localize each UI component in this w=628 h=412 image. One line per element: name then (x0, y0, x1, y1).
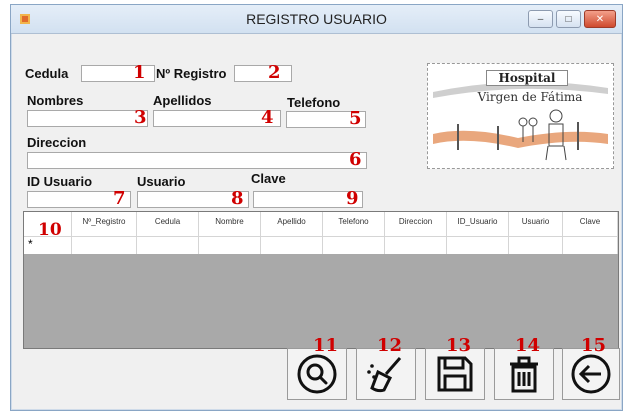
col-header-apellido[interactable]: Apellido (261, 212, 323, 236)
new-row-marker: * (24, 237, 72, 254)
minimize-button[interactable]: – (528, 10, 553, 28)
usuario-label: Usuario (137, 174, 186, 189)
users-data-grid[interactable]: Nº_Registro Cedula Nombre Apellido Telef… (23, 211, 619, 349)
registro-field[interactable] (234, 65, 292, 82)
annotation-8: 8 (231, 188, 244, 209)
annotation-9: 9 (346, 188, 359, 209)
maximize-button[interactable]: □ (556, 10, 581, 28)
direccion-label: Direccion (27, 135, 87, 150)
annotation-3: 3 (134, 107, 147, 128)
table-cell[interactable] (447, 237, 509, 254)
clave-label: Clave (251, 171, 286, 186)
back-arrow-icon (571, 354, 611, 394)
cedula-label: Cedula (25, 66, 69, 81)
title-bar: REGISTRO USUARIO – □ ✕ (11, 5, 622, 34)
annotation-15: 15 (581, 335, 607, 356)
table-cell[interactable] (137, 237, 199, 254)
nombres-label: Nombres (27, 93, 84, 108)
save-icon (437, 356, 473, 392)
table-cell[interactable] (385, 237, 447, 254)
search-icon (297, 354, 337, 394)
annotation-12: 12 (377, 335, 403, 356)
col-header-idusuario[interactable]: ID_Usuario (447, 212, 509, 236)
table-cell[interactable] (323, 237, 385, 254)
maximize-icon: □ (565, 13, 572, 25)
col-header-usuario[interactable]: Usuario (509, 212, 563, 236)
annotation-2: 2 (268, 62, 281, 83)
col-header-clave[interactable]: Clave (563, 212, 618, 236)
annotation-6: 6 (349, 149, 362, 170)
annotation-4: 4 (261, 107, 274, 128)
grid-header: Nº_Registro Cedula Nombre Apellido Telef… (24, 212, 618, 236)
telefono-label: Telefono (287, 95, 341, 110)
broom-icon (367, 357, 402, 393)
close-button[interactable]: ✕ (584, 10, 616, 28)
annotation-7: 7 (113, 188, 126, 209)
hospital-logo: Hospital Virgen de Fátima (427, 63, 614, 169)
table-cell[interactable] (509, 237, 563, 254)
annotation-1: 1 (133, 62, 146, 83)
logo-line2: Virgen de Fátima (477, 90, 583, 104)
table-cell[interactable] (199, 237, 261, 254)
minimize-icon: – (537, 13, 544, 25)
annotation-14: 14 (515, 335, 541, 356)
trash-icon (510, 356, 538, 393)
close-icon: ✕ (595, 13, 605, 25)
window-controls: – □ ✕ (528, 10, 616, 28)
registro-label: Nº Registro (156, 66, 227, 81)
nombres-field[interactable] (27, 110, 148, 127)
col-header-cedula[interactable]: Cedula (137, 212, 199, 236)
annotation-13: 13 (446, 335, 472, 356)
col-header-direccion[interactable]: Direccion (385, 212, 447, 236)
idusuario-label: ID Usuario (27, 174, 93, 189)
grid-new-row[interactable]: * (24, 236, 618, 254)
col-header-telefono[interactable]: Telefono (323, 212, 385, 236)
col-header-registro[interactable]: Nº_Registro (72, 212, 137, 236)
apellidos-label: Apellidos (153, 93, 212, 108)
annotation-5: 5 (349, 108, 362, 129)
app-window: REGISTRO USUARIO – □ ✕ Cedula 1 Nº Regis… (10, 4, 623, 411)
logo-line1: Hospital (486, 70, 568, 86)
table-cell[interactable] (261, 237, 323, 254)
annotation-11: 11 (313, 335, 339, 356)
direccion-field[interactable] (27, 152, 367, 169)
table-cell[interactable] (72, 237, 137, 254)
col-header-nombre[interactable]: Nombre (199, 212, 261, 236)
table-cell[interactable] (563, 237, 618, 254)
